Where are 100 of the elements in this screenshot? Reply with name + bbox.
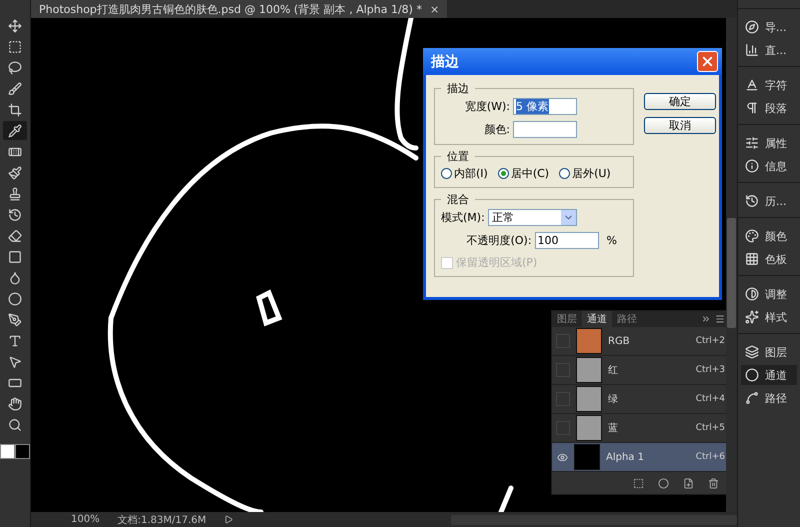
panel-tab[interactable]: 通道 — [582, 311, 612, 327]
group-title: 混合 — [446, 192, 470, 207]
adjust-icon — [745, 287, 759, 301]
cancel-button[interactable]: 取消 — [644, 117, 716, 134]
zoom-level: 100% — [71, 514, 100, 525]
dock-panel-button[interactable]: 直... — [741, 40, 797, 60]
zoom-icon — [8, 418, 22, 432]
layers-icon — [745, 345, 759, 359]
eyedropper-icon — [8, 124, 22, 138]
color-icon — [745, 229, 759, 243]
info-icon — [745, 159, 759, 173]
channel-name: 蓝 — [608, 422, 619, 435]
document-tab[interactable]: Photoshop打造肌肉男古铜色的肤色.psd @ 100% (背景 副本 , Alpha 1/8) * × — [31, 0, 448, 18]
menu-icon[interactable] — [715, 314, 725, 324]
mode-dropdown[interactable]: 正常 — [488, 209, 577, 226]
position-radio-option[interactable]: 居外(U) — [559, 166, 611, 181]
paths-icon — [745, 391, 759, 405]
close-icon — [700, 54, 715, 69]
dock-panel-button[interactable]: 样式 — [741, 307, 797, 327]
selection-icon[interactable] — [633, 478, 644, 488]
channel-name: 绿 — [608, 393, 619, 406]
histogram-icon — [745, 43, 759, 57]
checkbox-label: 保留透明区域(P) — [456, 255, 538, 270]
paragraph-icon — [745, 101, 759, 115]
ok-button[interactable]: 确定 — [644, 93, 716, 110]
channel-thumbnail — [576, 386, 602, 412]
marquee-icon — [8, 40, 22, 54]
character-icon — [745, 78, 759, 92]
hand-icon — [8, 396, 22, 410]
history-icon — [8, 208, 22, 222]
lasso-icon — [8, 60, 22, 74]
dock-panel-button[interactable]: 历... — [741, 191, 797, 211]
panel-tab[interactable]: 路径 — [612, 311, 642, 327]
shortcut-text: Ctrl+6 — [696, 452, 725, 462]
dock-panel-button[interactable]: 通道 — [741, 365, 797, 385]
dock-panel-button[interactable]: 字符 — [741, 75, 797, 95]
properties-icon — [745, 136, 759, 150]
brush-icon — [8, 166, 22, 180]
field-label: 模式(M): — [441, 210, 485, 225]
opacity-input-field[interactable]: 100 — [534, 232, 599, 249]
collapse-icon[interactable] — [701, 314, 711, 324]
group-title: 位置 — [446, 149, 470, 164]
close-button[interactable] — [697, 51, 718, 72]
shortcut-text: Ctrl+4 — [696, 394, 725, 404]
circle-icon[interactable] — [658, 478, 669, 488]
position-radio-option[interactable]: 居中(C) — [498, 166, 550, 181]
channel-thumbnail — [576, 357, 602, 383]
channel-row[interactable]: Alpha 1 Ctrl+6 — [552, 443, 726, 472]
radio-button[interactable] — [559, 168, 570, 179]
dock-panel-button[interactable]: 图层 — [741, 342, 797, 362]
field-label: 不透明度(O): — [466, 233, 532, 248]
pen-icon — [8, 312, 22, 326]
dock-panel-button[interactable]: 色板 — [741, 249, 797, 269]
panel-tab[interactable]: 图层 — [552, 311, 582, 327]
dock-panel-button[interactable]: 调整 — [741, 284, 797, 304]
move-icon — [8, 18, 22, 32]
eyedropper-tool-button[interactable] — [3, 121, 27, 140]
field-label: 宽度(W): — [464, 99, 510, 114]
blur-icon — [8, 270, 22, 284]
navigator-icon — [745, 20, 759, 34]
play-icon[interactable] — [224, 515, 234, 524]
dock-panel-button[interactable]: 段落 — [741, 98, 797, 118]
dock-panel-button[interactable]: 颜色 — [741, 226, 797, 246]
channel-name: 红 — [608, 364, 619, 377]
stroke-line — [498, 486, 514, 512]
dock-panel-button[interactable]: 属性 — [741, 133, 797, 153]
dock-panel-button[interactable]: 信息 — [741, 156, 797, 176]
close-tab-button[interactable]: × — [430, 2, 440, 16]
foreground-color-swatch[interactable] — [0, 444, 15, 459]
new-channel-icon[interactable] — [683, 478, 694, 488]
history-icon — [745, 194, 759, 208]
channel-name: Alpha 1 — [606, 452, 645, 462]
eraser-icon — [8, 228, 22, 242]
unit-label: % — [606, 234, 617, 247]
eye-icon[interactable] — [556, 451, 568, 463]
channel-name: RGB — [608, 336, 631, 346]
dialog-title: 描边 — [431, 52, 459, 70]
radio-button[interactable] — [498, 168, 509, 179]
shortcut-text: Ctrl+2 — [696, 336, 725, 346]
shortcut-text: Ctrl+3 — [696, 365, 725, 375]
radio-button[interactable] — [441, 168, 452, 179]
horizontal-scrollbar[interactable] — [451, 514, 737, 524]
stamp-icon — [8, 186, 22, 200]
shortcut-text: Ctrl+5 — [696, 423, 725, 433]
group-title: 描边 — [446, 81, 470, 96]
document-size-info: 文档:1.83M/17.6M — [118, 514, 206, 526]
position-radio-option[interactable]: 内部(I) — [441, 166, 488, 181]
dock-panel-button[interactable]: 路径 — [741, 388, 797, 408]
crop-icon — [8, 102, 22, 116]
scrollbar-thumb[interactable] — [727, 218, 736, 328]
select-icon — [8, 354, 22, 368]
styles-icon — [745, 310, 759, 324]
dock-panel-button[interactable]: 导... — [741, 17, 797, 37]
type-icon — [8, 334, 22, 348]
field-label: 颜色: — [484, 122, 510, 137]
channel-thumbnail — [576, 415, 602, 441]
width-input-field[interactable]: 5 像素 — [513, 98, 577, 115]
color-input-field[interactable] — [513, 121, 577, 138]
trash-icon[interactable] — [708, 478, 719, 488]
document-title: Photoshop打造肌肉男古铜色的肤色.psd @ 100% (背景 副本 , Alpha 1/8) * — [39, 2, 422, 16]
